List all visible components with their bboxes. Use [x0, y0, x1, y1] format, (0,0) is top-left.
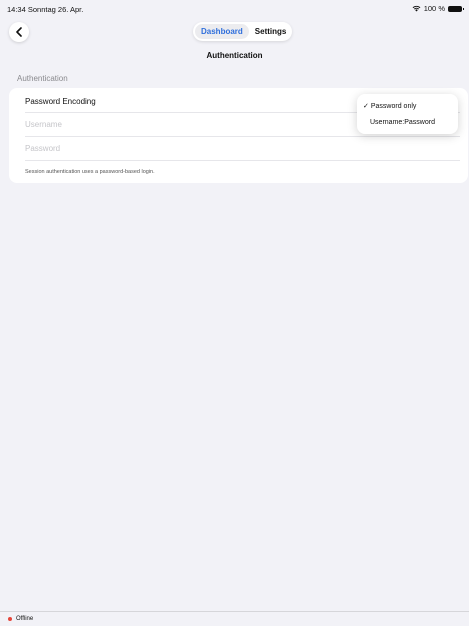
username-field[interactable]: Username	[25, 120, 62, 129]
option-password-only[interactable]: ✓ Password only	[363, 102, 416, 110]
page-title: Authentication	[206, 51, 263, 60]
status-time: 14:34 Sonntag 26. Apr.	[7, 5, 83, 14]
connection-status: Offline	[16, 616, 34, 622]
section-header: Authentication	[17, 74, 68, 83]
divider	[25, 160, 460, 161]
status-clock: 14:34	[7, 5, 26, 14]
option-label: Username:Password	[370, 119, 435, 126]
option-label: Password only	[370, 103, 417, 110]
encoding-dropdown-menu: ✓ Password only Username:Password	[357, 94, 458, 134]
back-button[interactable]	[9, 22, 29, 42]
divider	[25, 136, 460, 137]
status-right: 100 %	[412, 4, 464, 13]
password-field[interactable]: Password	[25, 144, 60, 153]
wifi-icon	[412, 5, 421, 12]
chevron-left-icon	[16, 27, 22, 37]
battery-percent: 100 %	[423, 4, 445, 13]
offline-status-dot-icon	[8, 617, 12, 621]
option-username-password[interactable]: Username:Password	[370, 119, 435, 126]
status-date: Sonntag 26. Apr.	[27, 5, 84, 14]
tab-settings[interactable]: Settings	[249, 24, 293, 39]
tab-dashboard[interactable]: Dashboard	[195, 24, 249, 39]
bottom-status-bar: Offline	[0, 611, 469, 626]
battery-icon	[448, 5, 464, 12]
checkmark-icon: ✓	[363, 103, 369, 110]
section-footnote: Session authentication uses a password-b…	[25, 169, 155, 175]
password-encoding-row[interactable]: Password Encoding	[25, 97, 96, 106]
status-bar: 14:34 Sonntag 26. Apr. 100 %	[0, 0, 469, 16]
segmented-control: Dashboard Settings	[193, 22, 292, 41]
